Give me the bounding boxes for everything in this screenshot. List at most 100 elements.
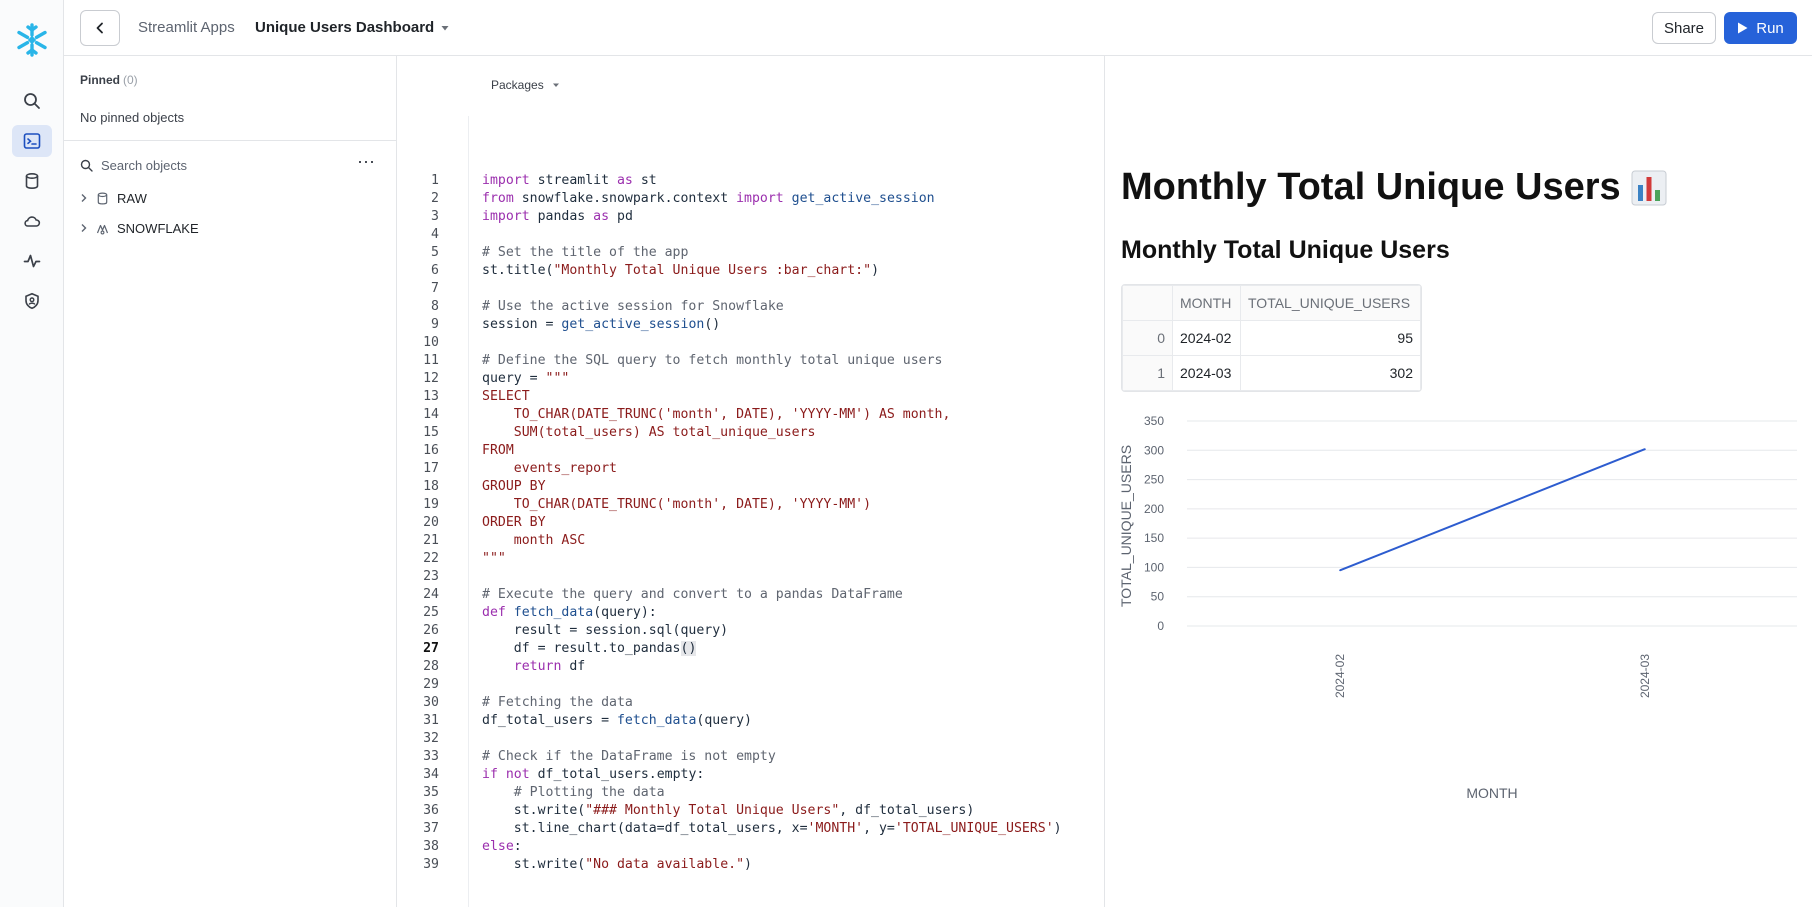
line-number: 20 bbox=[423, 515, 439, 530]
line-text: from snowflake.snowpark.context import g… bbox=[482, 191, 935, 206]
code-line[interactable]: 8 # Use the active session for Snowflake bbox=[397, 298, 1105, 316]
line-chart[interactable]: 0 50 100 150 200 250 300 350 2024-02 2024-03 MONTH… bbox=[1105, 406, 1812, 806]
line-text: query = """ bbox=[482, 371, 570, 386]
y-tick-label: 50 bbox=[1151, 590, 1165, 604]
x-tick-label: 2024-03 bbox=[1638, 654, 1652, 698]
tree-item-raw[interactable]: RAW bbox=[80, 186, 147, 210]
code-line[interactable]: 6 st.title("Monthly Total Unique Users :b… bbox=[397, 262, 1105, 280]
code-line[interactable]: 15 SUM(total_users) AS total_unique_user… bbox=[397, 424, 1105, 442]
code-line[interactable]: 11 # Define the SQL query to fetch monthl… bbox=[397, 352, 1105, 370]
chart-section-heading: Monthly Total Unique Users bbox=[1121, 236, 1450, 264]
line-number: 26 bbox=[423, 623, 439, 638]
line-number: 36 bbox=[423, 803, 439, 818]
more-options-icon[interactable]: ⋯ bbox=[357, 152, 376, 172]
code-line[interactable]: 7 bbox=[397, 280, 1105, 298]
cell-month[interactable]: 2024-02 bbox=[1172, 320, 1241, 356]
line-text: session = get_active_session() bbox=[482, 317, 721, 332]
code-line[interactable]: 9 session = get_active_session() bbox=[397, 316, 1105, 334]
code-line[interactable]: 38 else: bbox=[397, 838, 1105, 856]
cell-total[interactable]: 302 bbox=[1240, 355, 1421, 391]
breadcrumb-streamlit-apps[interactable]: Streamlit Apps bbox=[138, 19, 235, 36]
code-editor[interactable]: Packages 1 import streamlit as st 2 from sn… bbox=[397, 56, 1105, 907]
code-line[interactable]: 32 bbox=[397, 730, 1105, 748]
code-line[interactable]: 39 st.write("No data available.") bbox=[397, 856, 1105, 874]
line-text: # Execute the query and convert to a pan… bbox=[482, 587, 903, 602]
table-row: 1 2024-03 302 bbox=[1122, 355, 1421, 391]
app-title: Unique Users Dashboard bbox=[255, 19, 435, 36]
y-tick-label: 300 bbox=[1144, 443, 1164, 457]
code-line[interactable]: 37 st.line_chart(data=df_total_users, x=… bbox=[397, 820, 1105, 838]
line-number: 15 bbox=[423, 425, 439, 440]
line-text: else: bbox=[482, 839, 522, 854]
code-line[interactable]: 28 return df bbox=[397, 658, 1105, 676]
chevron-right-icon bbox=[81, 194, 87, 202]
dataframe[interactable]: MONTH TOTAL_UNIQUE_USERS 0 2024-02 95 1 … bbox=[1121, 284, 1422, 392]
code-line[interactable]: 13 SELECT bbox=[397, 388, 1105, 406]
packages-dropdown[interactable]: Packages bbox=[491, 78, 560, 92]
search-icon[interactable] bbox=[12, 85, 52, 117]
cloud-icon[interactable] bbox=[12, 205, 52, 237]
code-line[interactable]: 30 # Fetching the data bbox=[397, 694, 1105, 712]
snowflake-logo[interactable] bbox=[14, 22, 50, 58]
line-text: import pandas as pd bbox=[482, 209, 633, 224]
cell-total[interactable]: 95 bbox=[1240, 320, 1421, 356]
tree-item-snowflake[interactable]: SNOWFLAKE bbox=[80, 216, 199, 240]
code-line[interactable]: 1 import streamlit as st bbox=[397, 172, 1105, 190]
code-line[interactable]: 4 bbox=[397, 226, 1105, 244]
line-number: 23 bbox=[423, 569, 439, 584]
top-bar: Streamlit Apps Unique Users Dashboard Sh… bbox=[64, 0, 1812, 56]
chevron-right-icon bbox=[81, 224, 87, 232]
code-line[interactable]: 26 result = session.sql(query) bbox=[397, 622, 1105, 640]
code-line[interactable]: 19 TO_CHAR(DATE_TRUNC('month', DATE), 'Y… bbox=[397, 496, 1105, 514]
app-preview: Monthly Total Unique Users Monthly Total… bbox=[1105, 56, 1812, 907]
code-line[interactable]: 18 GROUP BY bbox=[397, 478, 1105, 496]
tree-item-label: SNOWFLAKE bbox=[117, 220, 199, 236]
code-line[interactable]: 14 TO_CHAR(DATE_TRUNC('month', DATE), 'Y… bbox=[397, 406, 1105, 424]
search-objects-input[interactable]: Search objects bbox=[80, 152, 380, 178]
code-line[interactable]: 23 bbox=[397, 568, 1105, 586]
line-number: 9 bbox=[431, 317, 439, 332]
tree-item-label: RAW bbox=[117, 190, 147, 206]
code-line[interactable]: 10 bbox=[397, 334, 1105, 352]
line-number: 16 bbox=[423, 443, 439, 458]
activity-icon[interactable] bbox=[12, 245, 52, 277]
code-line[interactable]: 25 def fetch_data(query): bbox=[397, 604, 1105, 622]
shield-icon[interactable] bbox=[12, 285, 52, 317]
code-line[interactable]: 20 ORDER BY bbox=[397, 514, 1105, 532]
line-number: 33 bbox=[423, 749, 439, 764]
code-line[interactable]: 35 # Plotting the data bbox=[397, 784, 1105, 802]
line-text: # Use the active session for Snowflake bbox=[482, 299, 784, 314]
line-text: """ bbox=[482, 551, 506, 566]
database-icon[interactable] bbox=[12, 165, 52, 197]
code-line[interactable]: 16 FROM bbox=[397, 442, 1105, 460]
line-number: 12 bbox=[423, 371, 439, 386]
app-title-dropdown[interactable]: Unique Users Dashboard bbox=[255, 19, 450, 36]
run-label: Run bbox=[1756, 19, 1784, 37]
code-line[interactable]: 24 # Execute the query and convert to a p… bbox=[397, 586, 1105, 604]
share-button[interactable]: Share bbox=[1652, 12, 1716, 44]
column-header-month[interactable]: MONTH bbox=[1172, 285, 1241, 321]
pinned-heading: Pinned (0) bbox=[80, 73, 138, 87]
code-line[interactable]: 36 st.write("### Monthly Total Unique Us… bbox=[397, 802, 1105, 820]
back-button[interactable] bbox=[80, 10, 120, 46]
code-line[interactable]: 31 df_total_users = fetch_data(query) bbox=[397, 712, 1105, 730]
code-line[interactable]: 17 events_report bbox=[397, 460, 1105, 478]
code-line[interactable]: 29 bbox=[397, 676, 1105, 694]
code-line[interactable]: 34 if not df_total_users.empty: bbox=[397, 766, 1105, 784]
code-line[interactable]: 22 """ bbox=[397, 550, 1105, 568]
code-line[interactable]: 12 query = """ bbox=[397, 370, 1105, 388]
code-line[interactable]: 27 df = result.to_pandas() bbox=[397, 640, 1105, 658]
code-line[interactable]: 5 # Set the title of the app bbox=[397, 244, 1105, 262]
code-icon[interactable] bbox=[12, 125, 52, 157]
line-text: # Set the title of the app bbox=[482, 245, 689, 260]
line-number: 29 bbox=[423, 677, 439, 692]
dataframe-header-row: MONTH TOTAL_UNIQUE_USERS bbox=[1122, 285, 1421, 321]
cell-month[interactable]: 2024-03 bbox=[1172, 355, 1241, 391]
code-line[interactable]: 33 # Check if the DataFrame is not empty bbox=[397, 748, 1105, 766]
column-header-total-unique-users[interactable]: TOTAL_UNIQUE_USERS bbox=[1240, 285, 1421, 321]
code-line[interactable]: 21 month ASC bbox=[397, 532, 1105, 550]
code-line[interactable]: 3 import pandas as pd bbox=[397, 208, 1105, 226]
line-number: 19 bbox=[423, 497, 439, 512]
run-button[interactable]: Run bbox=[1724, 12, 1797, 44]
code-line[interactable]: 2 from snowflake.snowpark.context import … bbox=[397, 190, 1105, 208]
